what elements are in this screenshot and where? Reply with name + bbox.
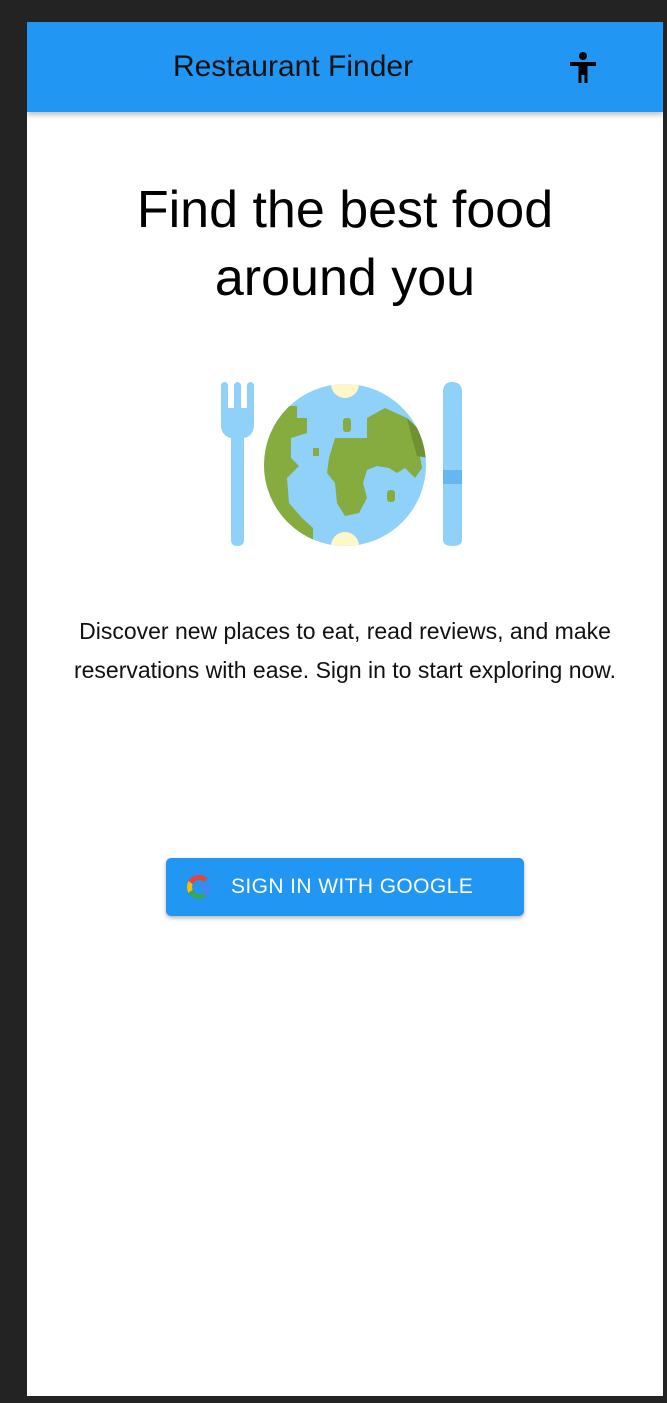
sign-in-with-google-button[interactable]: SIGN IN WITH GOOGLE bbox=[166, 858, 524, 916]
intro-description: Discover new places to eat, read reviews… bbox=[73, 618, 617, 683]
app-title: Restaurant Finder bbox=[172, 50, 414, 83]
hero-illustration bbox=[217, 378, 473, 548]
accessibility-button[interactable] bbox=[563, 47, 603, 87]
google-icon bbox=[187, 875, 211, 899]
headline-line-1: Find the best food bbox=[136, 181, 554, 239]
app-screen: Restaurant Finder Find the best food aro… bbox=[27, 22, 663, 1396]
page-headline: Find the best food around you bbox=[27, 176, 663, 312]
globe-plate-icon bbox=[264, 384, 426, 546]
sign-in-button-label: SIGN IN WITH GOOGLE bbox=[231, 875, 474, 898]
accessibility-icon bbox=[570, 52, 596, 83]
headline-line-2: around you bbox=[214, 249, 476, 307]
globe-plate-with-fork-and-knife-icon bbox=[221, 382, 462, 546]
knife-icon bbox=[443, 382, 462, 546]
app-bar: Restaurant Finder bbox=[27, 22, 663, 112]
fork-icon bbox=[221, 382, 254, 546]
